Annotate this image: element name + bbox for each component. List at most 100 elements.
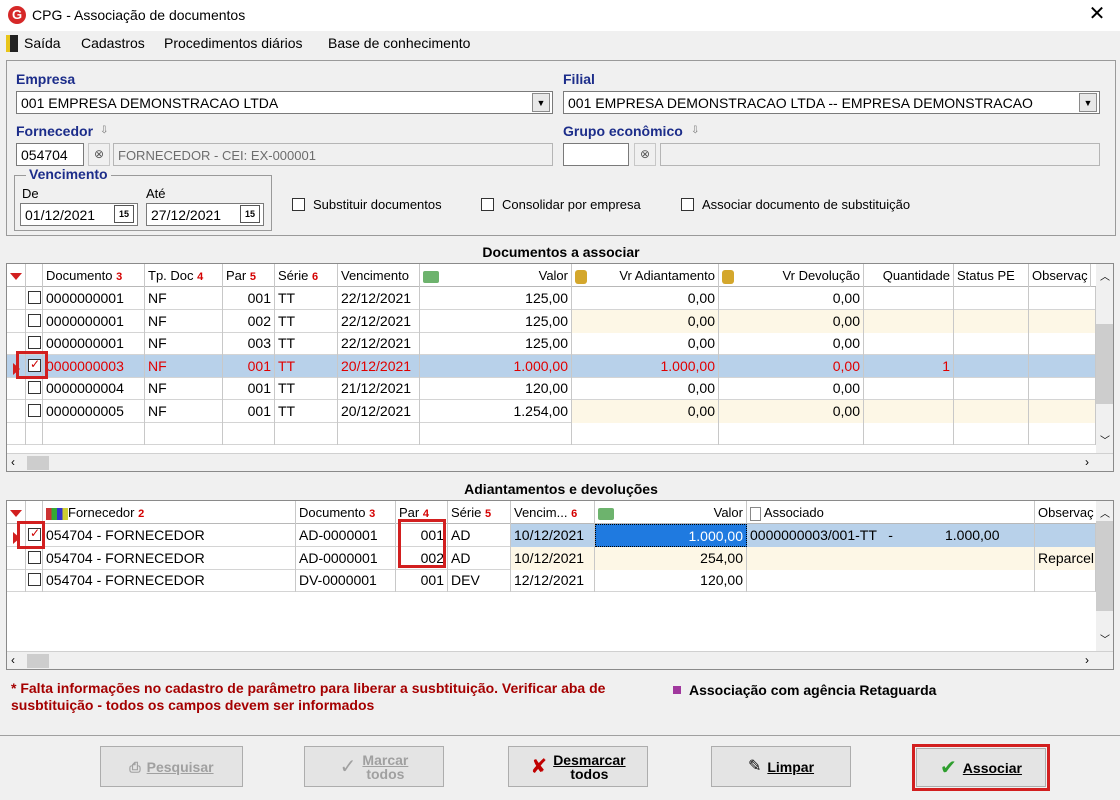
calendar-icon[interactable]: 15: [114, 205, 134, 223]
grupo-code-input[interactable]: [563, 143, 629, 166]
scroll-thumb[interactable]: [27, 456, 49, 470]
header-vencimento[interactable]: Vencim... 6: [511, 501, 595, 524]
fornecedor-label: Fornecedor: [16, 123, 94, 139]
chevron-down-icon[interactable]: ▼: [532, 93, 550, 112]
columns-icon: [46, 507, 68, 520]
cell-adiant: 1.000,00: [572, 354, 719, 378]
table-row[interactable]: 054704 - FORNECEDOR AD-0000001 002 AD 10/12/…: [7, 546, 1096, 570]
empresa-select[interactable]: 001 EMPRESA DEMONSTRACAO LTDA: [16, 91, 553, 114]
menu-base-conhecimento[interactable]: Base de conhecimento: [328, 35, 470, 51]
docs-header: Documento 3 Tp. Doc 4 Par 5 Série 6 Venc…: [7, 264, 1097, 287]
close-button[interactable]: ✕: [1084, 3, 1110, 27]
cell-tp: NF: [145, 287, 223, 310]
consolidar-checkbox[interactable]: [481, 198, 494, 211]
chevron-left-icon[interactable]: ‹: [11, 653, 15, 667]
cell-serie: AD: [448, 546, 511, 570]
adiant-horizontal-scrollbar[interactable]: ‹ ›: [7, 651, 1113, 669]
table-row[interactable]: 0000000004 NF 001 TT 21/12/2021 120,00 0,00 0,0…: [7, 377, 1096, 400]
exit-door-icon: [6, 35, 18, 52]
header-quantidade[interactable]: Quantidade: [864, 264, 954, 287]
pin-icon: ⇩: [691, 125, 700, 136]
header-valor[interactable]: Valor: [595, 501, 747, 524]
row-checkbox[interactable]: [28, 550, 41, 564]
adiant-vertical-scrollbar[interactable]: ︿ ﹀: [1096, 501, 1113, 652]
header-vencimento[interactable]: Vencimento: [338, 264, 420, 287]
header-serie[interactable]: Série 6: [275, 264, 338, 287]
substituir-checkbox[interactable]: [292, 198, 305, 211]
row-checkbox[interactable]: [28, 336, 41, 349]
cell-serie: TT: [275, 287, 338, 310]
row-checkbox-cell: [26, 377, 43, 400]
table-row[interactable]: 0000000001 NF 002 TT 22/12/2021 125,00 0,00 0,0…: [7, 309, 1096, 333]
cell-valor: 120,00: [420, 377, 572, 400]
header-vr-adiantamento[interactable]: Vr Adiantamento: [572, 264, 719, 287]
cell-tp: NF: [145, 309, 223, 333]
docs-horizontal-scrollbar[interactable]: ‹ ›: [7, 453, 1113, 471]
row-checkbox[interactable]: [28, 573, 41, 586]
header-documento[interactable]: Documento 3: [43, 264, 145, 287]
header-fornecedor[interactable]: Fornecedor 2: [43, 501, 296, 524]
marcar-todos-button[interactable]: ✓ Marcar todos: [304, 746, 444, 787]
chevron-down-icon[interactable]: ﹀: [1100, 631, 1110, 646]
row-checkbox[interactable]: [28, 313, 41, 327]
cell-venc: 20/12/2021: [338, 399, 420, 423]
header-par[interactable]: Par 5: [223, 264, 275, 287]
binoculars-icon[interactable]: ⊗: [88, 143, 110, 166]
menu-cadastros[interactable]: Cadastros: [81, 35, 145, 51]
docs-vertical-scrollbar[interactable]: ︿ ﹀: [1096, 264, 1113, 454]
table-row-empty[interactable]: [7, 422, 1096, 445]
header-vr-devolucao[interactable]: Vr Devolução: [719, 264, 864, 287]
desmarcar-todos-button[interactable]: ✘ Desmarcar todos: [508, 746, 648, 787]
table-row[interactable]: 054704 - FORNECEDORAD-0000001001AD10/12/…: [7, 524, 1096, 547]
chevron-left-icon[interactable]: ‹: [11, 455, 15, 469]
table-row[interactable]: 054704 - FORNECEDOR DV-0000001 001 DEV 12/12…: [7, 569, 1096, 592]
cell-obs: [1029, 332, 1096, 355]
row-checkbox[interactable]: [28, 291, 41, 304]
header-check: [26, 264, 43, 287]
scroll-thumb[interactable]: [1096, 324, 1113, 404]
menu-saida[interactable]: Saída: [24, 35, 61, 51]
vencimento-label: Vencimento: [26, 166, 111, 182]
pesquisar-button[interactable]: ⎙ Pesquisar: [100, 746, 243, 787]
cell-adiant: 0,00: [572, 377, 719, 400]
cell-obs: [1035, 524, 1096, 547]
cell-doc: 0000000003: [43, 354, 145, 378]
chevron-down-icon[interactable]: ▼: [1079, 93, 1097, 112]
warning-note: * Falta informações no cadastro de parâm…: [11, 680, 606, 713]
row-checkbox[interactable]: [28, 381, 41, 394]
header-associado[interactable]: Associado: [747, 501, 1035, 524]
table-row[interactable]: 0000000001 NF 001 TT 22/12/2021 125,00 0,00 0,0…: [7, 287, 1096, 310]
header-valor[interactable]: Valor: [420, 264, 572, 287]
menu-procedimentos[interactable]: Procedimentos diários: [164, 35, 303, 51]
window-title: CPG - Associação de documentos: [32, 7, 246, 23]
chevron-up-icon[interactable]: ︿: [1100, 268, 1110, 283]
table-row[interactable]: 0000000001 NF 003 TT 22/12/2021 125,00 0,00 0,0…: [7, 332, 1096, 355]
header-status-pe[interactable]: Status PE: [954, 264, 1029, 287]
limpar-button[interactable]: ✎ Limpar: [711, 746, 851, 787]
chevron-down-icon[interactable]: ﹀: [1100, 432, 1110, 447]
row-checkbox[interactable]: [28, 403, 41, 417]
filial-select[interactable]: 001 EMPRESA DEMONSTRACAO LTDA -- EMPRESA…: [563, 91, 1100, 114]
chevron-up-icon[interactable]: ︿: [1100, 505, 1110, 520]
fornecedor-code-input[interactable]: 054704: [16, 143, 84, 166]
cell-devol: 0,00: [719, 287, 864, 310]
cell-doc: AD-0000001: [296, 546, 396, 570]
header-serie[interactable]: Série 5: [448, 501, 511, 524]
header-observacao[interactable]: Observaç: [1029, 264, 1091, 287]
cell-forn: 054704 - FORNECEDOR: [43, 524, 296, 547]
scroll-thumb[interactable]: [27, 654, 49, 668]
binoculars-icon[interactable]: ⊗: [634, 143, 656, 166]
header-tpdoc[interactable]: Tp. Doc 4: [145, 264, 223, 287]
calendar-icon[interactable]: 15: [240, 205, 260, 223]
table-row[interactable]: 0000000005 NF 001 TT 20/12/2021 1.254,00 0,00 0…: [7, 399, 1096, 423]
header-observacao[interactable]: Observaç: [1035, 501, 1097, 524]
chevron-right-icon[interactable]: ›: [1085, 653, 1089, 667]
chevron-right-icon[interactable]: ›: [1085, 455, 1089, 469]
money-icon: [423, 270, 439, 283]
scroll-thumb[interactable]: [1096, 521, 1113, 611]
table-row[interactable]: 0000000003NF001TT20/12/20211.000,001.000…: [7, 354, 1096, 378]
header-documento[interactable]: Documento 3: [296, 501, 396, 524]
row-indicator: [7, 546, 26, 570]
associar-substituicao-checkbox[interactable]: [681, 198, 694, 211]
cell-adiant: [572, 422, 719, 445]
